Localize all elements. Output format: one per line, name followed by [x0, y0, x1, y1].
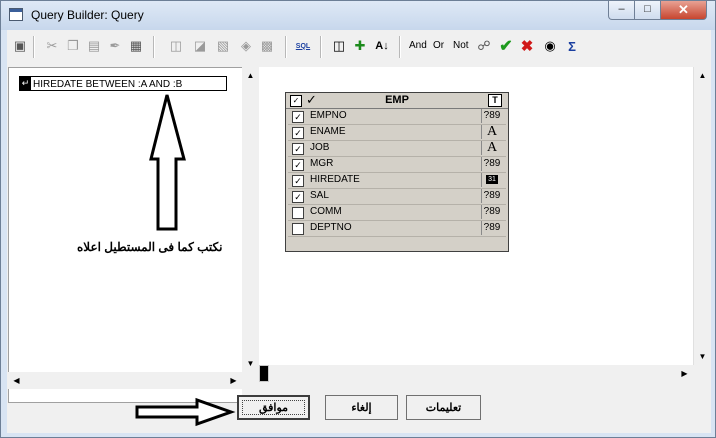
up-arrow	[149, 94, 186, 231]
right-arrow	[135, 397, 236, 427]
annotation-arrows	[135, 94, 236, 427]
query-builder-window: Query Builder: Query ‒ □ ✕ ▣ ✂ ❐ ▤ ✒ ▦ ◫…	[0, 0, 716, 438]
